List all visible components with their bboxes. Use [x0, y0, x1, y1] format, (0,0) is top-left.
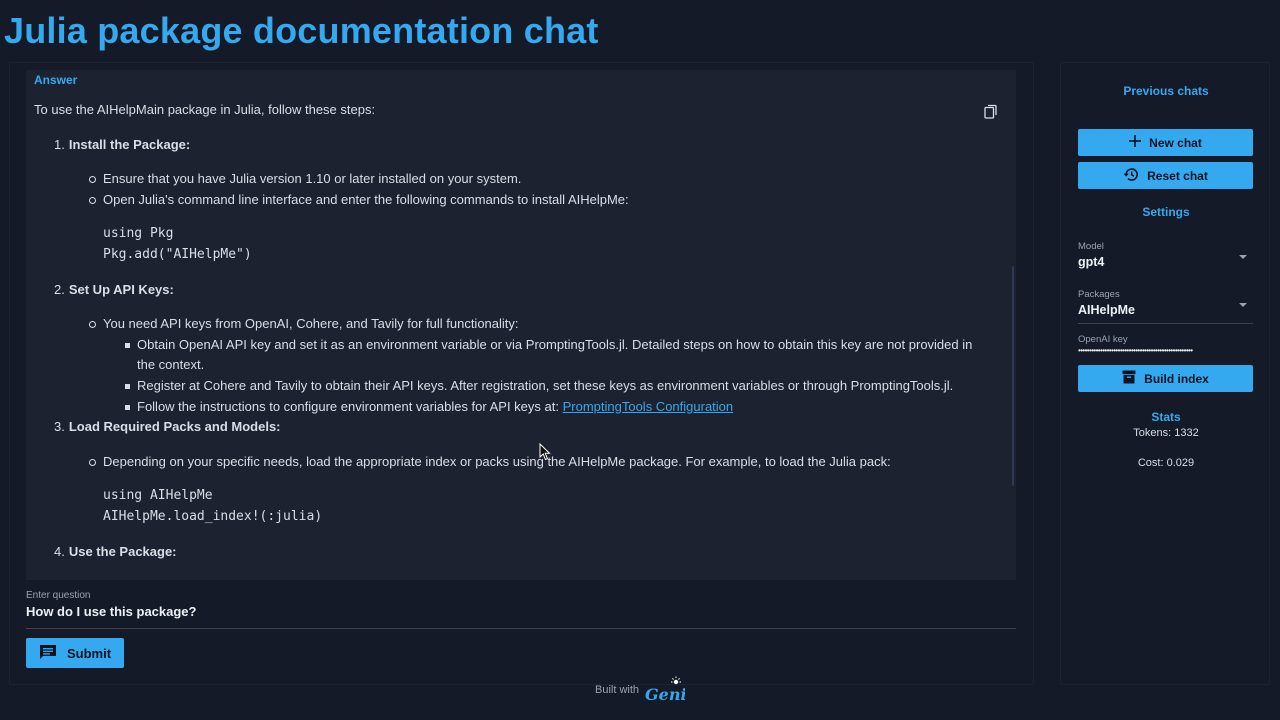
- step-title: 1. Install the Package:: [54, 136, 191, 152]
- bullet-list: Depending on your specific needs, load t…: [54, 452, 984, 473]
- model-value[interactable]: gpt4: [1078, 255, 1253, 269]
- code-line: AIHelpMe.load_index!(:julia): [103, 508, 323, 524]
- cost-stat: Cost: 0.029: [1137, 457, 1195, 469]
- message-icon: [39, 644, 57, 663]
- question-underline: [26, 628, 1016, 629]
- packages-underline: [1078, 323, 1253, 324]
- model-select[interactable]: Model gpt4: [1078, 241, 1253, 269]
- step-item: 4. Use the Package:: [54, 542, 984, 563]
- code-block: using AIHelpMe AIHelpMe.load_index!(:juli…: [54, 486, 984, 527]
- list-item: Open Julia's command line interface and …: [89, 190, 984, 211]
- list-item: You need API keys from OpenAI, Cohere, a…: [89, 314, 984, 417]
- code-block: using Pkg Pkg.add("AIHelpMe"): [54, 224, 984, 265]
- tokens-stat: Tokens: 1332: [1133, 427, 1199, 439]
- svg-text:Genie: Genie: [645, 685, 685, 704]
- build-index-label: Build index: [1144, 371, 1209, 386]
- footer: Built with Genie: [595, 676, 685, 704]
- copy-icon[interactable]: [984, 104, 998, 120]
- stats-heading: Stats: [1151, 410, 1181, 424]
- list-item: Register at Cohere and Tavily to obtain …: [125, 376, 984, 397]
- step-item: 2. Set Up API Keys: You need API keys fro…: [54, 280, 984, 418]
- code-line: using AIHelpMe: [103, 488, 213, 504]
- answer-content: To use the AIHelpMain package in Julia, …: [34, 100, 984, 576]
- openai-key-label: OpenAI key: [1078, 334, 1128, 345]
- step-item: 3. Load Required Packs and Models: Depend…: [54, 417, 984, 527]
- step-title: 2. Set Up API Keys:: [54, 281, 174, 297]
- settings-heading: Settings: [1142, 205, 1190, 219]
- bullet-list: Ensure that you have Julia version 1.10 …: [54, 169, 984, 210]
- genie-logo[interactable]: Genie: [645, 676, 685, 704]
- packages-label: Packages: [1078, 289, 1120, 300]
- openai-key-input[interactable]: ••••••••••••••••••••••••••••••••••••••••…: [1078, 346, 1253, 355]
- bullet-list: You need API keys from OpenAI, Cohere, a…: [54, 314, 984, 417]
- code-line: using Pkg: [103, 226, 174, 242]
- new-chat-button[interactable]: New chat: [1078, 129, 1253, 156]
- answer-intro: To use the AIHelpMain package in Julia, …: [34, 102, 376, 117]
- chevron-down-icon[interactable]: [1239, 303, 1247, 307]
- step-item: 1. Install the Package: Ensure that you h…: [54, 135, 984, 266]
- list-item: Ensure that you have Julia version 1.10 …: [89, 169, 984, 190]
- openai-key-field[interactable]: OpenAI key •••••••••••••••••••••••••••••…: [1078, 334, 1253, 355]
- step-title: 4. Use the Package:: [54, 543, 177, 559]
- plus-icon: [1129, 135, 1142, 150]
- submit-button[interactable]: Submit: [26, 638, 124, 668]
- mouse-cursor-icon: [539, 442, 551, 466]
- list-item: Depending on your specific needs, load t…: [89, 452, 984, 473]
- history-icon: [1123, 167, 1139, 185]
- answer-scrollbar[interactable]: [1012, 266, 1014, 486]
- sub-bullet-list: Obtain OpenAI API key and set it as an e…: [103, 335, 984, 417]
- archive-icon: [1122, 370, 1136, 387]
- submit-label: Submit: [66, 645, 112, 661]
- reset-chat-button[interactable]: Reset chat: [1078, 162, 1253, 189]
- answer-label: Answer: [34, 73, 78, 87]
- new-chat-label: New chat: [1149, 135, 1202, 150]
- reset-chat-label: Reset chat: [1147, 168, 1208, 183]
- list-item: Obtain OpenAI API key and set it as an e…: [125, 335, 984, 376]
- built-with-text: Built with: [595, 684, 640, 696]
- chevron-down-icon[interactable]: [1239, 255, 1247, 259]
- answer-box: Answer To use the AIHelpMain package in …: [26, 70, 1016, 580]
- build-index-button[interactable]: Build index: [1078, 365, 1253, 392]
- promptingtools-config-link[interactable]: PromptingTools Configuration: [563, 399, 734, 414]
- question-label: Enter question: [26, 590, 91, 601]
- sidebar: Previous chats New chat Reset chat Setti…: [1060, 62, 1270, 685]
- steps-list: 1. Install the Package: Ensure that you h…: [34, 135, 984, 563]
- model-label: Model: [1078, 241, 1104, 252]
- code-line: Pkg.add("AIHelpMe"): [103, 246, 252, 262]
- previous-chats-heading: Previous chats: [1123, 84, 1209, 98]
- step-title: 3. Load Required Packs and Models:: [54, 419, 281, 435]
- packages-value[interactable]: AIHelpMe: [1078, 303, 1253, 317]
- list-item: Follow the instructions to configure env…: [125, 397, 984, 418]
- packages-select[interactable]: Packages AIHelpMe: [1078, 289, 1253, 324]
- question-input[interactable]: How do I use this package?: [26, 604, 1016, 619]
- page-title: Julia package documentation chat: [4, 10, 599, 51]
- question-field[interactable]: Enter question How do I use this package…: [26, 590, 1016, 629]
